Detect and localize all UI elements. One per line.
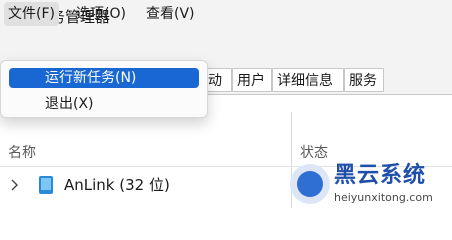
app-icon — [38, 175, 54, 195]
watermark: 黑云系统 heiyunxitong.com — [290, 162, 452, 208]
menu-file[interactable]: 文件(F) — [4, 2, 59, 26]
tab-startup[interactable]: 动 — [206, 68, 232, 92]
tab-details[interactable]: 详细信息 — [272, 68, 344, 92]
run-new-task-menu-item[interactable]: 运行新任务(N) — [9, 68, 199, 88]
tab-users[interactable]: 用户 — [232, 68, 272, 92]
expand-chevron-icon[interactable] — [9, 177, 21, 191]
column-header-name[interactable]: 名称 — [8, 142, 36, 162]
file-menu-dropdown: 运行新任务(N) 退出(X) — [0, 60, 208, 118]
watermark-title: 黑云系统 — [334, 163, 427, 188]
watermark-url: heiyunxitong.com — [334, 191, 433, 204]
column-header-status[interactable]: 状态 — [300, 142, 328, 162]
process-name[interactable]: AnLink (32 位) — [64, 175, 170, 195]
menu-options[interactable]: 选项(O) — [72, 2, 130, 26]
exit-menu-item[interactable]: 退出(X) — [9, 94, 199, 114]
tab-services[interactable]: 服务 — [344, 68, 384, 92]
watermark-logo-icon — [290, 164, 330, 204]
menu-view[interactable]: 查看(V) — [142, 2, 199, 26]
